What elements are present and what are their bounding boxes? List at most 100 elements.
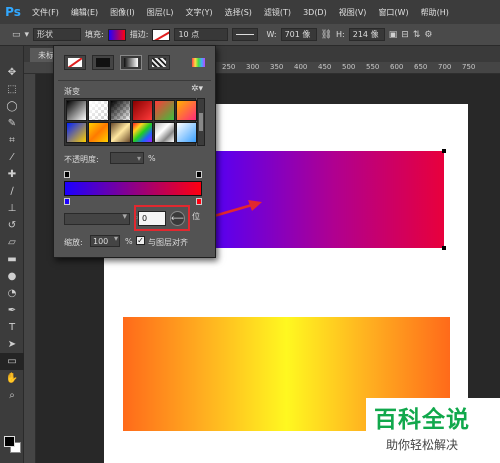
- history-brush-tool-icon[interactable]: ↺: [0, 217, 24, 234]
- gradient-preset[interactable]: [110, 122, 131, 143]
- ruler-label: 650: [414, 63, 428, 71]
- annotation-highlight-box: [134, 205, 190, 231]
- link-icon[interactable]: ⛓: [321, 30, 332, 40]
- photoshop-logo[interactable]: Ps: [0, 0, 26, 24]
- path-operations-icon[interactable]: ▣: [389, 30, 398, 40]
- crop-tool-icon[interactable]: ⌗: [0, 132, 24, 149]
- marquee-tool-icon[interactable]: ⬚: [0, 81, 24, 98]
- pen-tool-icon[interactable]: ✒: [0, 302, 24, 319]
- ruler-label: 300: [246, 63, 260, 71]
- vertical-ruler: [24, 74, 36, 463]
- gradient-tool-icon[interactable]: ▬: [0, 251, 24, 268]
- menu-window[interactable]: 窗口(W): [372, 7, 414, 18]
- gear-icon[interactable]: ✲▾: [191, 84, 203, 94]
- stroke-size-field[interactable]: 10 点: [174, 28, 229, 41]
- gradient-preset[interactable]: [88, 122, 109, 143]
- options-bar: ▭ ▾ 形状 填充: 描边: 10 点 W: 701 像 ⛓ H: 214 像 …: [0, 24, 500, 46]
- color-stop-left[interactable]: [64, 198, 70, 205]
- gradient-preset[interactable]: [176, 122, 197, 143]
- opacity-label: 不透明度:: [64, 155, 99, 164]
- path-alignment-icon[interactable]: ⊟: [401, 30, 409, 40]
- dodge-tool-icon[interactable]: ◔: [0, 285, 24, 302]
- ruler-label: 750: [462, 63, 476, 71]
- tools-panel: ✥ ⬚ ◯ ✎ ⌗ ⁄ ✚ ∕ ⊥ ↺ ▱ ▬ ● ◔ ✒ T ➤ ▭ ✋ ⌕: [0, 46, 24, 463]
- fill-swatch[interactable]: [107, 28, 126, 41]
- settings-gear-icon[interactable]: ⚙: [424, 30, 432, 40]
- hand-tool-icon[interactable]: ✋: [0, 370, 24, 387]
- lasso-tool-icon[interactable]: ◯: [0, 98, 24, 115]
- menu-bar: Ps 文件(F) 编辑(E) 图像(I) 图层(L) 文字(Y) 选择(S) 滤…: [0, 0, 500, 24]
- watermark: 百科全说 助你轻松解决: [366, 398, 500, 463]
- ruler-label: 700: [438, 63, 452, 71]
- path-selection-tool-icon[interactable]: ➤: [0, 336, 24, 353]
- ruler-label: 500: [342, 63, 356, 71]
- brush-tool-icon[interactable]: ∕: [0, 183, 24, 200]
- gradient-preset[interactable]: [176, 100, 197, 121]
- zoom-tool-icon[interactable]: ⌕: [0, 387, 24, 404]
- menu-view[interactable]: 视图(V): [333, 7, 373, 18]
- width-field[interactable]: 701 像: [280, 28, 317, 41]
- annotation-arrow-icon: [213, 200, 262, 218]
- pattern-button[interactable]: [148, 55, 170, 70]
- eraser-tool-icon[interactable]: ▱: [0, 234, 24, 251]
- ruler-label: 600: [390, 63, 404, 71]
- no-fill-button[interactable]: [64, 55, 86, 70]
- gradient-preset[interactable]: [66, 122, 87, 143]
- transform-handle[interactable]: [442, 246, 446, 250]
- foreground-color-swatch[interactable]: [4, 436, 15, 447]
- gradient-preset[interactable]: [154, 122, 175, 143]
- menu-select[interactable]: 选择(S): [219, 7, 258, 18]
- scale-field[interactable]: 100: [90, 234, 120, 247]
- healing-brush-tool-icon[interactable]: ✚: [0, 166, 24, 183]
- clone-stamp-tool-icon[interactable]: ⊥: [0, 200, 24, 217]
- gradient-preset[interactable]: [88, 100, 109, 121]
- mode-select[interactable]: 形状: [33, 28, 82, 41]
- blur-tool-icon[interactable]: ●: [0, 268, 24, 285]
- gradient-button[interactable]: [120, 55, 142, 70]
- color-picker-icon[interactable]: [192, 58, 205, 67]
- stroke-type-select[interactable]: [232, 28, 259, 41]
- ruler-label: 450: [318, 63, 332, 71]
- menu-help[interactable]: 帮助(H): [415, 7, 455, 18]
- quick-select-tool-icon[interactable]: ✎: [0, 115, 24, 132]
- menu-layer[interactable]: 图层(L): [141, 7, 180, 18]
- ruler-label: 350: [270, 63, 284, 71]
- solid-color-icon: [96, 58, 110, 67]
- gradient-preset[interactable]: [66, 100, 87, 121]
- menu-filter[interactable]: 滤镜(T): [258, 7, 297, 18]
- shape-tool-preset-icon[interactable]: ▭: [12, 30, 21, 40]
- gradient-fill-popup: 渐变 ✲▾ 不透明度: ▾ % ◦ 0 ⟵ 缩放: 100 % ✓ 与图层对齐: [53, 45, 216, 258]
- gradient-preset[interactable]: [110, 100, 131, 121]
- opacity-stop-right[interactable]: [196, 171, 202, 178]
- height-field[interactable]: 214 像: [348, 28, 385, 41]
- ruler-label: 550: [366, 63, 380, 71]
- pattern-icon: [152, 58, 166, 67]
- gradient-bar[interactable]: [64, 181, 202, 196]
- gradient-icon: [124, 58, 138, 67]
- menu-3d[interactable]: 3D(D): [297, 8, 333, 17]
- height-label: H:: [336, 30, 345, 39]
- gradient-preset[interactable]: [154, 100, 175, 121]
- opacity-unit: %: [148, 154, 156, 163]
- rectangle-tool-icon[interactable]: ▭: [0, 353, 24, 370]
- menu-image[interactable]: 图像(I): [104, 7, 141, 18]
- transform-handle[interactable]: [442, 149, 446, 153]
- path-arrangement-icon[interactable]: ⇅: [413, 30, 421, 40]
- gradient-preset[interactable]: [132, 122, 153, 143]
- gradient-preset[interactable]: [132, 100, 153, 121]
- menu-file[interactable]: 文件(F): [26, 7, 65, 18]
- align-with-layer-checkbox[interactable]: ✓: [136, 236, 145, 245]
- color-stop-right[interactable]: [196, 198, 202, 205]
- presets-scrollbar[interactable]: [197, 98, 205, 146]
- type-tool-icon[interactable]: T: [0, 319, 24, 336]
- chevron-down-icon[interactable]: ▾: [25, 30, 30, 40]
- solid-color-button[interactable]: [92, 55, 114, 70]
- opacity-stop-left[interactable]: [64, 171, 70, 178]
- move-tool-icon[interactable]: ✥: [0, 64, 24, 81]
- stroke-swatch[interactable]: [152, 28, 171, 41]
- menu-edit[interactable]: 编辑(E): [65, 7, 104, 18]
- eyedropper-tool-icon[interactable]: ⁄: [0, 149, 24, 166]
- menu-type[interactable]: 文字(Y): [179, 7, 218, 18]
- gradient-style-select[interactable]: [64, 212, 130, 225]
- opacity-field[interactable]: ▾: [110, 152, 144, 164]
